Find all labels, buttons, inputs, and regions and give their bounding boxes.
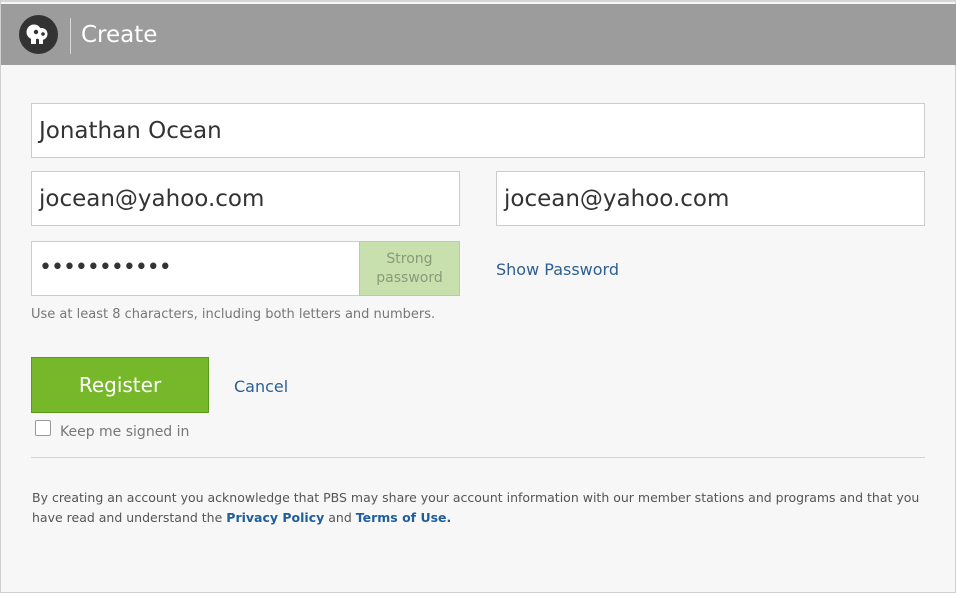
password-input[interactable]: ••••••••••• (31, 241, 360, 296)
email-value: jocean@yahoo.com (39, 186, 265, 212)
full-name-value: Jonathan Ocean (39, 118, 222, 144)
password-strength-badge: Strong password (359, 241, 460, 296)
password-hint: Use at least 8 characters, including bot… (31, 307, 436, 322)
show-password-link[interactable]: Show Password (496, 260, 619, 280)
section-divider (31, 457, 925, 458)
legal-text-middle: and (328, 510, 352, 525)
email-input[interactable]: jocean@yahoo.com (31, 171, 460, 226)
strength-line-1: Strong (386, 251, 433, 267)
register-button[interactable]: Register (31, 357, 209, 413)
page-title: Create (81, 22, 158, 48)
pbs-logo-icon[interactable] (19, 15, 58, 54)
full-name-input[interactable]: Jonathan Ocean (31, 103, 925, 158)
strength-line-2: password (376, 270, 443, 286)
legal-text-before: By creating an account you acknowledge t… (32, 490, 920, 525)
legal-notice: By creating an account you acknowledge t… (32, 488, 932, 528)
create-account-panel: Create Jonathan Ocean jocean@yahoo.com j… (0, 0, 956, 593)
keep-signed-in-label[interactable]: Keep me signed in (60, 423, 189, 441)
keep-signed-in-checkbox[interactable] (35, 420, 51, 436)
password-value: ••••••••••• (39, 255, 172, 280)
cancel-link[interactable]: Cancel (234, 377, 288, 397)
header-divider (70, 18, 71, 54)
confirm-email-input[interactable]: jocean@yahoo.com (496, 171, 925, 226)
confirm-email-value: jocean@yahoo.com (504, 186, 730, 212)
header-bar: Create (1, 4, 956, 65)
privacy-policy-link[interactable]: Privacy Policy (226, 510, 324, 525)
terms-of-use-link[interactable]: Terms of Use. (356, 510, 452, 525)
